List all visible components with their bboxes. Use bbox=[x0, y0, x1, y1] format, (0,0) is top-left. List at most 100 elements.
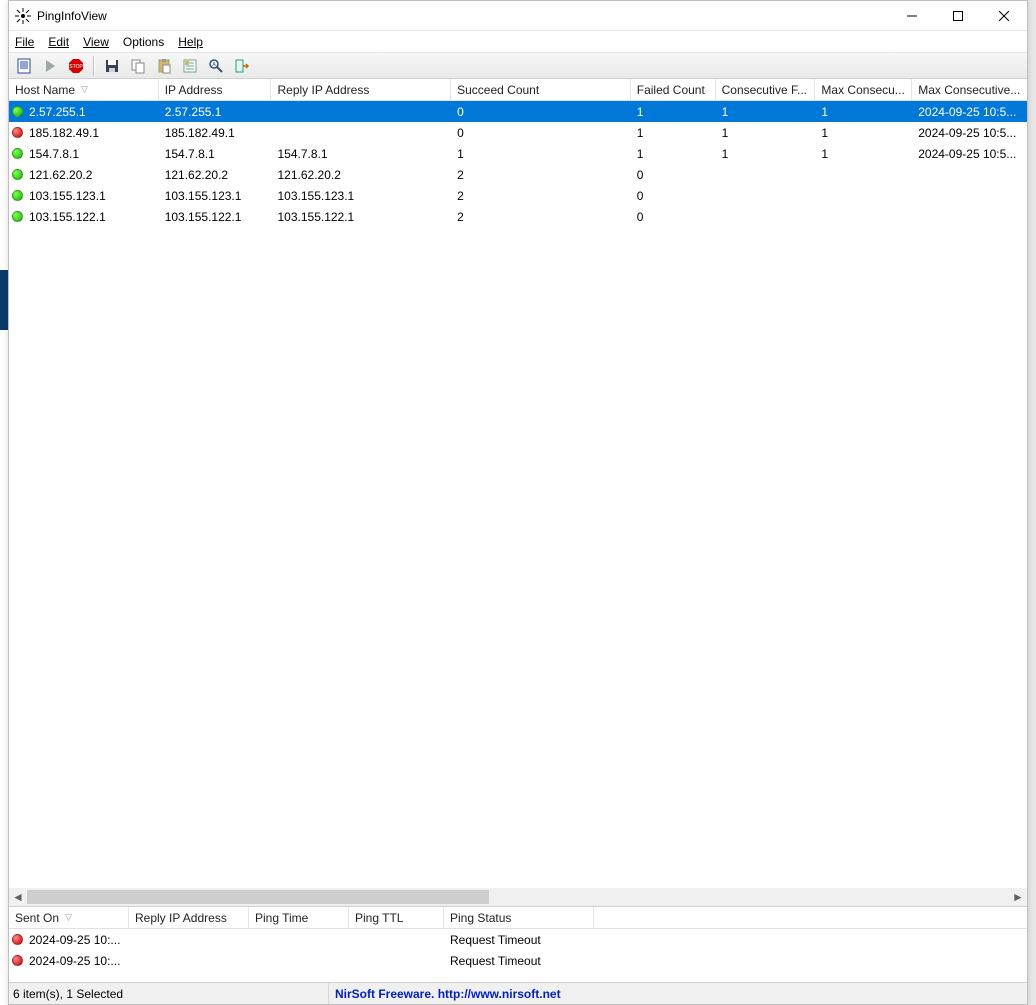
cell-succ: 2 bbox=[451, 185, 631, 206]
cell-fail: 1 bbox=[631, 143, 716, 164]
detail-rows[interactable]: 2024-09-25 10:...Request Timeout2024-09-… bbox=[9, 929, 1027, 971]
dcell-ttl bbox=[349, 950, 444, 971]
cell-maxts: 2024-09-25 10:5... bbox=[912, 122, 1027, 143]
detail-row[interactable]: 2024-09-25 10:...Request Timeout bbox=[9, 929, 1027, 950]
cell-host: 103.155.123.1 bbox=[29, 189, 106, 203]
col-ip-address[interactable]: IP Address bbox=[159, 79, 272, 100]
cell-maxc bbox=[815, 206, 912, 227]
cell-host: 185.182.49.1 bbox=[29, 126, 99, 140]
detail-row[interactable]: 2024-09-25 10:...Request Timeout bbox=[9, 950, 1027, 971]
col-max-consecutive-ts[interactable]: Max Consecutive... bbox=[912, 79, 1027, 100]
status-dot-icon bbox=[12, 934, 23, 945]
cell-ip: 154.7.8.1 bbox=[159, 143, 272, 164]
main-table-header[interactable]: Host Name▽ IP Address Reply IP Address S… bbox=[9, 79, 1027, 101]
dcell-reply bbox=[129, 950, 249, 971]
toolbar: STOP A bbox=[9, 53, 1027, 79]
scroll-right-icon[interactable]: ► bbox=[1009, 888, 1027, 906]
col-failed-count[interactable]: Failed Count bbox=[631, 79, 716, 100]
status-credit[interactable]: NirSoft Freeware. http://www.nirsoft.net bbox=[329, 987, 561, 1001]
cell-succ: 1 bbox=[451, 143, 631, 164]
cell-consec bbox=[716, 164, 816, 185]
table-row[interactable]: 185.182.49.1185.182.49.101112024-09-25 1… bbox=[9, 122, 1027, 143]
dcol-ping-status[interactable]: Ping Status bbox=[444, 907, 594, 928]
copy-icon[interactable] bbox=[127, 55, 149, 77]
cell-consec bbox=[716, 185, 816, 206]
properties-icon[interactable] bbox=[179, 55, 201, 77]
table-row[interactable]: 154.7.8.1154.7.8.1154.7.8.111112024-09-2… bbox=[9, 143, 1027, 164]
cell-fail: 1 bbox=[631, 122, 716, 143]
col-max-consecu[interactable]: Max Consecu... bbox=[815, 79, 912, 100]
cell-fail: 0 bbox=[631, 185, 716, 206]
cell-succ: 0 bbox=[451, 122, 631, 143]
menu-options[interactable]: Options bbox=[123, 35, 164, 49]
cell-reply: 154.7.8.1 bbox=[271, 143, 451, 164]
status-dot-icon bbox=[12, 190, 23, 201]
status-dot-icon bbox=[12, 106, 23, 117]
cell-succ: 0 bbox=[451, 101, 631, 122]
cell-maxc: 1 bbox=[815, 143, 912, 164]
cell-fail: 0 bbox=[631, 164, 716, 185]
save-icon[interactable] bbox=[101, 55, 123, 77]
dcol-sent-on[interactable]: Sent On▽ bbox=[9, 907, 129, 928]
cell-maxc: 1 bbox=[815, 101, 912, 122]
cell-ip: 2.57.255.1 bbox=[159, 101, 272, 122]
status-dot-icon bbox=[12, 127, 23, 138]
table-row[interactable]: 103.155.123.1103.155.123.1103.155.123.12… bbox=[9, 185, 1027, 206]
main-table: Host Name▽ IP Address Reply IP Address S… bbox=[9, 79, 1027, 907]
detail-table: Sent On▽ Reply IP Address Ping Time Ping… bbox=[9, 907, 1027, 982]
cell-maxc bbox=[815, 185, 912, 206]
col-succeed-count[interactable]: Succeed Count bbox=[451, 79, 631, 100]
table-row[interactable]: 121.62.20.2121.62.20.2121.62.20.220 bbox=[9, 164, 1027, 185]
maximize-button[interactable] bbox=[935, 1, 981, 31]
horizontal-scrollbar[interactable]: ◄ ► bbox=[9, 888, 1027, 906]
titlebar[interactable]: PingInfoView bbox=[9, 1, 1027, 31]
menu-edit[interactable]: Edit bbox=[48, 35, 69, 49]
status-dot-icon bbox=[12, 148, 23, 159]
status-count: 6 item(s), 1 Selected bbox=[9, 983, 329, 1004]
scroll-track[interactable] bbox=[27, 888, 1009, 906]
sort-arrow-icon: ▽ bbox=[81, 84, 88, 95]
cell-reply: 103.155.122.1 bbox=[271, 206, 451, 227]
cell-reply: 121.62.20.2 bbox=[271, 164, 451, 185]
sort-arrow-icon: ▽ bbox=[65, 912, 72, 923]
find-icon[interactable]: A bbox=[205, 55, 227, 77]
app-icon bbox=[15, 8, 31, 24]
stop-icon[interactable]: STOP bbox=[65, 55, 87, 77]
menu-help[interactable]: Help bbox=[178, 35, 203, 49]
menu-file[interactable]: File bbox=[15, 35, 34, 49]
col-consecutive-f[interactable]: Consecutive F... bbox=[716, 79, 816, 100]
document-icon[interactable] bbox=[13, 55, 35, 77]
dcol-ping-ttl[interactable]: Ping TTL bbox=[349, 907, 444, 928]
scroll-left-icon[interactable]: ◄ bbox=[9, 888, 27, 906]
main-rows[interactable]: 2.57.255.12.57.255.101112024-09-25 10:5.… bbox=[9, 101, 1027, 888]
dcell-sent: 2024-09-25 10:... bbox=[29, 954, 120, 968]
cell-host: 2.57.255.1 bbox=[29, 105, 86, 119]
dcol-reply-ip[interactable]: Reply IP Address bbox=[129, 907, 249, 928]
cell-consec: 1 bbox=[716, 122, 816, 143]
table-row[interactable]: 103.155.122.1103.155.122.1103.155.122.12… bbox=[9, 206, 1027, 227]
cell-fail: 0 bbox=[631, 206, 716, 227]
cell-consec bbox=[716, 206, 816, 227]
paste-icon[interactable] bbox=[153, 55, 175, 77]
cell-maxts: 2024-09-25 10:5... bbox=[912, 143, 1027, 164]
cell-maxc bbox=[815, 164, 912, 185]
col-host-name[interactable]: Host Name▽ bbox=[9, 79, 159, 100]
cell-ip: 185.182.49.1 bbox=[159, 122, 272, 143]
exit-icon[interactable] bbox=[231, 55, 253, 77]
cell-succ: 2 bbox=[451, 164, 631, 185]
col-reply-ip[interactable]: Reply IP Address bbox=[271, 79, 451, 100]
status-dot-icon bbox=[12, 955, 23, 966]
dcell-reply bbox=[129, 929, 249, 950]
cell-maxts: 2024-09-25 10:5... bbox=[912, 101, 1027, 122]
close-button[interactable] bbox=[981, 1, 1027, 31]
scroll-thumb[interactable] bbox=[27, 890, 489, 904]
dcol-ping-time[interactable]: Ping Time bbox=[249, 907, 349, 928]
table-row[interactable]: 2.57.255.12.57.255.101112024-09-25 10:5.… bbox=[9, 101, 1027, 122]
cell-maxts bbox=[912, 164, 1027, 185]
minimize-button[interactable] bbox=[889, 1, 935, 31]
play-icon[interactable] bbox=[39, 55, 61, 77]
menu-view[interactable]: View bbox=[83, 35, 109, 49]
statusbar: 6 item(s), 1 Selected NirSoft Freeware. … bbox=[9, 982, 1027, 1004]
cell-succ: 2 bbox=[451, 206, 631, 227]
detail-table-header[interactable]: Sent On▽ Reply IP Address Ping Time Ping… bbox=[9, 907, 1027, 929]
